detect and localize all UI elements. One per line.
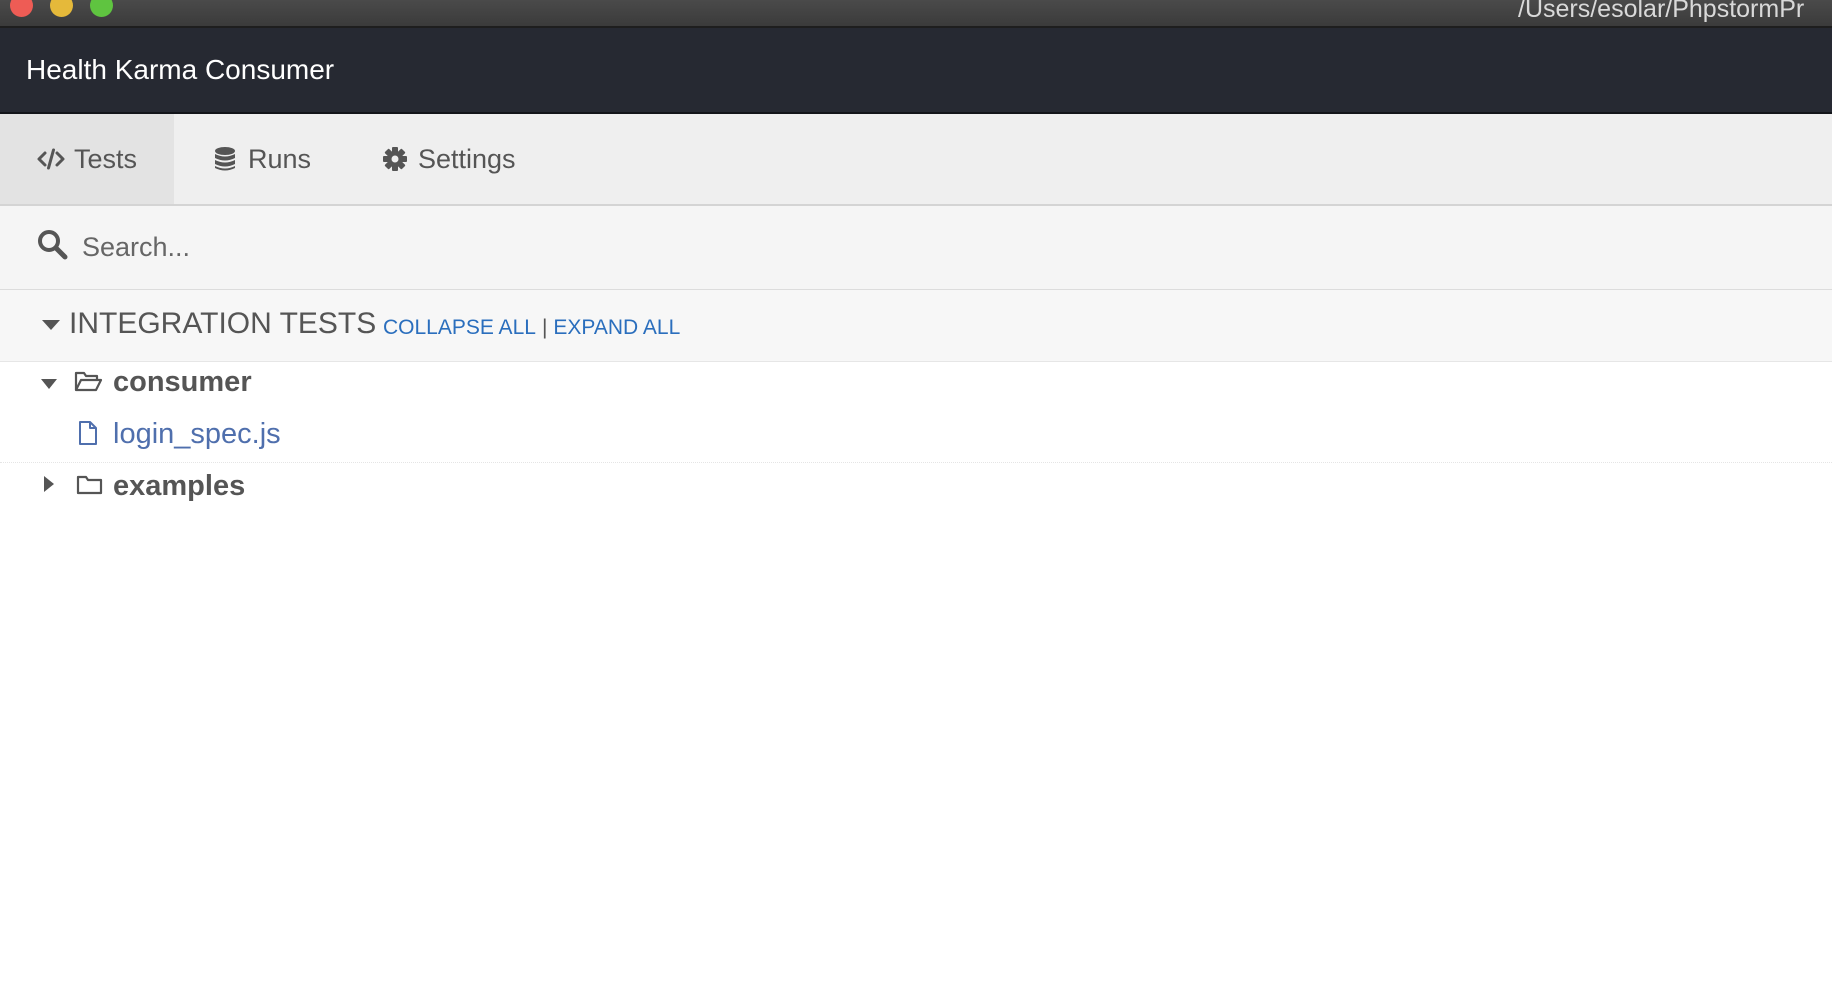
- folder-name: consumer: [113, 366, 252, 398]
- collapse-all-link[interactable]: COLLAPSE ALL: [383, 316, 536, 339]
- caret-down-icon[interactable]: [42, 318, 60, 332]
- minimize-window-button[interactable]: [50, 0, 73, 17]
- gear-icon: [380, 144, 410, 174]
- file-icon: [79, 421, 97, 445]
- app-title: Health Karma Consumer: [26, 54, 335, 85]
- tab-runs[interactable]: Runs: [174, 114, 344, 204]
- tree-file-login-spec[interactable]: login_spec.js: [0, 410, 1832, 463]
- link-separator: |: [541, 316, 548, 339]
- folder-open-icon: [74, 371, 103, 392]
- search-input[interactable]: [80, 224, 1584, 270]
- folder-icon: [76, 475, 103, 495]
- integration-tests-header: INTEGRATION TESTS COLLAPSE ALL | EXPAND AL…: [0, 290, 1832, 362]
- app-header: Health Karma Consumer: [0, 28, 1832, 114]
- tab-tests[interactable]: Tests: [0, 114, 174, 204]
- tree-folder-consumer[interactable]: consumer: [0, 358, 1832, 408]
- tab-label: Tests: [74, 143, 138, 174]
- folder-name: examples: [113, 470, 246, 502]
- window-titlebar: /Users/esolar/PhpstormPr: [0, 0, 1832, 28]
- search-icon: [38, 230, 68, 260]
- window-path: /Users/esolar/PhpstormPr: [1518, 0, 1805, 23]
- section-links: COLLAPSE ALL | EXPAND ALL: [383, 316, 680, 340]
- caret-right-icon[interactable]: [43, 476, 55, 492]
- tree-folder-examples[interactable]: examples: [0, 462, 1832, 512]
- expand-all-link[interactable]: EXPAND ALL: [553, 316, 680, 339]
- section-title: INTEGRATION TESTS: [69, 307, 377, 340]
- zoom-window-button[interactable]: [90, 0, 113, 17]
- file-name[interactable]: login_spec.js: [113, 418, 281, 451]
- close-window-button[interactable]: [10, 0, 33, 17]
- tab-settings[interactable]: Settings: [344, 114, 544, 204]
- tab-bar: Tests Runs Settings: [0, 114, 1832, 206]
- tab-label: Settings: [418, 143, 516, 174]
- caret-down-icon[interactable]: [41, 378, 57, 390]
- database-icon: [210, 144, 240, 174]
- tab-label: Runs: [248, 143, 312, 174]
- search-bar: [0, 206, 1832, 290]
- code-icon: [36, 144, 66, 174]
